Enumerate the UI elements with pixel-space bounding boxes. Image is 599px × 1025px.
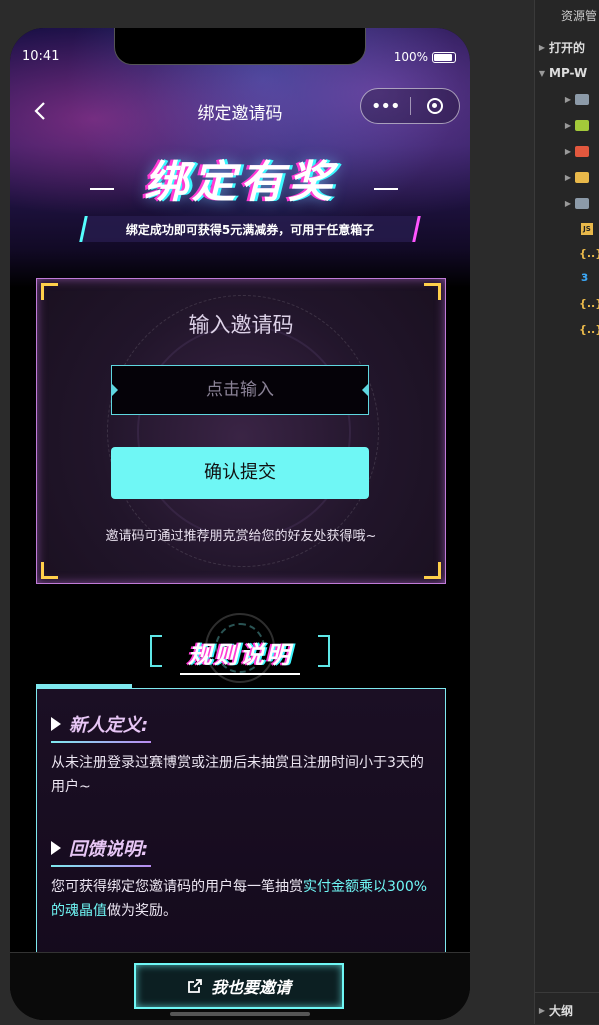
invite-too-label: 我也要邀请 bbox=[210, 978, 291, 997]
chevron-right-icon: ▶ bbox=[538, 42, 546, 52]
ide-folder-item[interactable]: ▶ bbox=[561, 116, 589, 134]
device-notch bbox=[114, 28, 366, 65]
ide-project-label: MP-W bbox=[549, 66, 588, 80]
ide-panel-title: 资源管 bbox=[561, 9, 598, 23]
invite-code-input[interactable]: 点击输入 bbox=[111, 365, 369, 415]
rules-panel-tab bbox=[36, 684, 132, 689]
share-icon bbox=[188, 979, 202, 993]
section-underline bbox=[51, 741, 151, 743]
card-deco-ring-inner bbox=[137, 325, 351, 539]
status-time: 10:41 bbox=[22, 49, 60, 64]
hero-title: 绑定有奖 bbox=[144, 157, 336, 208]
close-ring-icon bbox=[426, 98, 443, 114]
ide-outline-label: 大纲 bbox=[549, 1003, 574, 1018]
ide-file-js[interactable]: JS bbox=[581, 220, 593, 238]
folder-icon bbox=[575, 93, 589, 105]
ide-file-json[interactable]: {..} bbox=[579, 320, 599, 338]
bottom-bar: 我也要邀请 bbox=[10, 952, 470, 1020]
hero-subtitle: 绑定成功即可获得5元满减券，可用于任意箱子 bbox=[125, 222, 375, 237]
mini-program-capsule: ••• bbox=[360, 88, 460, 124]
rules-title: 规则说明 bbox=[188, 641, 292, 669]
play-arrow-icon bbox=[51, 717, 61, 731]
json-file-icon: {..} bbox=[579, 322, 599, 336]
folder-icon bbox=[575, 171, 589, 183]
ide-project-root[interactable]: ▼ MP-W bbox=[535, 64, 587, 82]
invite-card: 输入邀请码 点击输入 确认提交 邀请码可通过推荐朋克赏给您的好友处获得哦~ bbox=[36, 278, 446, 584]
phone-screen: 10:41 100% 绑定邀请码 ••• 绑定有奖 绑定成功即可获得5元满减券，… bbox=[10, 28, 470, 1020]
battery-icon bbox=[432, 51, 456, 63]
ide-file-css[interactable]: ɜ bbox=[581, 268, 588, 286]
reward-text-after: 做为奖励。 bbox=[107, 903, 177, 919]
section-head-reward: 回馈说明: bbox=[51, 835, 148, 861]
ide-open-label: 打开的 bbox=[549, 40, 586, 55]
section-head-newcomer: 新人定义: bbox=[51, 711, 148, 737]
ide-resource-panel: 资源管 ▶ 打开的 ▼ MP-W ▶ ▶ ▶ ▶ ▶ JS {..} ɜ {..… bbox=[534, 0, 599, 1024]
css-file-icon: ɜ bbox=[581, 269, 589, 285]
folder-icon bbox=[575, 197, 589, 209]
json-file-icon: {..} bbox=[579, 246, 599, 260]
home-indicator bbox=[170, 1012, 310, 1016]
submit-button[interactable]: 确认提交 bbox=[111, 447, 369, 499]
chevron-down-icon: ▼ bbox=[538, 68, 546, 78]
section-underline bbox=[51, 865, 151, 867]
chevron-right-icon: ▶ bbox=[538, 1005, 546, 1015]
ide-folder-item[interactable]: ▶ bbox=[561, 90, 589, 108]
play-arrow-icon bbox=[51, 841, 61, 855]
folder-icon bbox=[575, 145, 589, 157]
invite-title: 输入邀请码 bbox=[188, 313, 294, 337]
chevron-right-icon: ▶ bbox=[564, 120, 572, 130]
ide-folder-item[interactable]: ▶ bbox=[561, 194, 589, 212]
reward-text-before: 您可获得绑定您邀请码的用户每一笔抽赏 bbox=[51, 879, 303, 895]
ide-open-editors[interactable]: ▶ 打开的 bbox=[535, 38, 585, 56]
input-right-marker bbox=[362, 383, 369, 397]
card-corner-bl bbox=[41, 562, 58, 579]
section-text: 从未注册登录过赛博赏或注册后未抽赏且注册时间小于3天的用户~ bbox=[51, 755, 424, 795]
folder-icon bbox=[575, 119, 589, 131]
ide-outline-section[interactable]: ▶ 大纲 bbox=[535, 992, 599, 1025]
section-text: 您可获得绑定您邀请码的用户每一笔抽赏实付金额乘以300%的魂晶值做为奖励。 bbox=[51, 875, 435, 923]
invite-too-button[interactable]: 我也要邀请 bbox=[134, 963, 344, 1009]
chevron-right-icon: ▶ bbox=[564, 172, 572, 182]
hero-subtitle-banner: 绑定成功即可获得5元满减券，可用于任意箱子 bbox=[79, 216, 421, 242]
ide-folder-item[interactable]: ▶ bbox=[561, 168, 589, 186]
input-left-marker bbox=[111, 383, 118, 397]
ide-file-json[interactable]: {..} bbox=[579, 294, 599, 312]
chevron-right-icon: ▶ bbox=[564, 94, 572, 104]
close-program-button[interactable] bbox=[411, 98, 460, 114]
chevron-right-icon: ▶ bbox=[564, 198, 572, 208]
section-heading: 回馈说明: bbox=[69, 839, 149, 860]
card-corner-br bbox=[424, 562, 441, 579]
json-file-icon: {..} bbox=[579, 296, 599, 310]
section-heading: 新人定义: bbox=[69, 715, 149, 736]
more-menu-icon[interactable]: ••• bbox=[361, 96, 410, 117]
card-corner-tl bbox=[41, 283, 58, 300]
ide-folder-item[interactable]: ▶ bbox=[561, 142, 589, 160]
status-battery: 100% bbox=[394, 50, 456, 64]
js-file-icon: JS bbox=[581, 223, 593, 235]
card-corner-tr bbox=[424, 283, 441, 300]
battery-percent: 100% bbox=[393, 50, 428, 64]
ide-file-json[interactable]: {..} bbox=[579, 244, 599, 262]
rules-header: 规则说明 bbox=[150, 613, 330, 683]
ide-outline-row: ▶ 大纲 bbox=[535, 1001, 573, 1019]
chevron-right-icon: ▶ bbox=[564, 146, 572, 156]
invite-hint: 邀请码可通过推荐朋克赏给您的好友处获得哦~ bbox=[105, 529, 377, 544]
rules-underline bbox=[180, 673, 300, 675]
